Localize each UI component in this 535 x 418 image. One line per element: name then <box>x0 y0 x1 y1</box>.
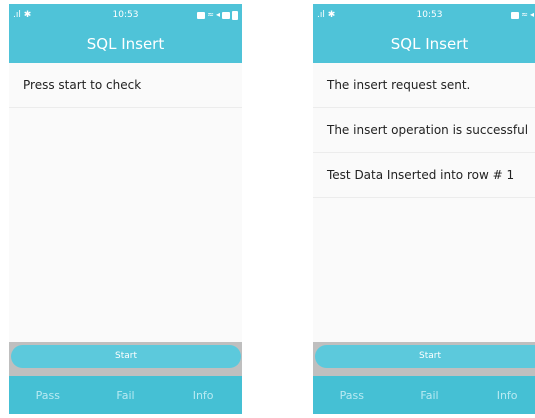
battery-icon <box>232 10 238 20</box>
mute-icon: ◂ <box>215 10 220 19</box>
phone-screen-left: .ıl ✱ 10:53 ≈ ◂ SQL Insert Press start t… <box>9 4 242 414</box>
status-time: 10:53 <box>416 10 443 20</box>
pass-button[interactable]: Pass <box>18 389 78 402</box>
bottom-bar: Pass Fail Info <box>9 376 242 414</box>
info-button[interactable]: Info <box>173 389 233 402</box>
result-list: Press start to check <box>9 63 242 342</box>
status-icons: ≈ ◂ <box>197 4 238 26</box>
start-strip: Start <box>313 342 535 376</box>
status-icons: ≈ ◂ <box>511 4 535 26</box>
mute-icon: ◂ <box>529 10 534 19</box>
result-list: The insert request sent. The insert oper… <box>313 63 535 342</box>
wifi-icon: ≈ <box>207 10 214 19</box>
phone-screen-right: .ıl ✱ 10:53 ≈ ◂ SQL Insert The insert re… <box>313 4 535 414</box>
info-button[interactable]: Info <box>477 389 535 402</box>
page-title: SQL Insert <box>313 26 535 63</box>
status-bar: .ıl ✱ 10:53 ≈ ◂ <box>313 4 535 26</box>
mute-box-icon <box>222 11 230 19</box>
fail-button[interactable]: Fail <box>95 389 155 402</box>
status-bar: .ıl ✱ 10:53 ≈ ◂ <box>9 4 242 26</box>
screenshot-canvas: .ıl ✱ 10:53 ≈ ◂ SQL Insert Press start t… <box>0 0 535 418</box>
list-item: The insert request sent. <box>313 63 535 108</box>
fail-button[interactable]: Fail <box>399 389 459 402</box>
start-strip: Start <box>9 342 242 376</box>
bottom-bar: Pass Fail Info <box>313 376 535 414</box>
wifi-icon: ≈ <box>521 10 528 19</box>
page-title: SQL Insert <box>9 26 242 63</box>
pass-button[interactable]: Pass <box>322 389 382 402</box>
list-item: Test Data Inserted into row # 1 <box>313 153 535 198</box>
notification-icon <box>511 11 520 19</box>
notification-icon <box>197 11 206 19</box>
list-item: Press start to check <box>9 63 242 108</box>
list-item: The insert operation is successful <box>313 108 535 153</box>
start-button[interactable]: Start <box>315 345 535 368</box>
start-button[interactable]: Start <box>11 345 241 368</box>
